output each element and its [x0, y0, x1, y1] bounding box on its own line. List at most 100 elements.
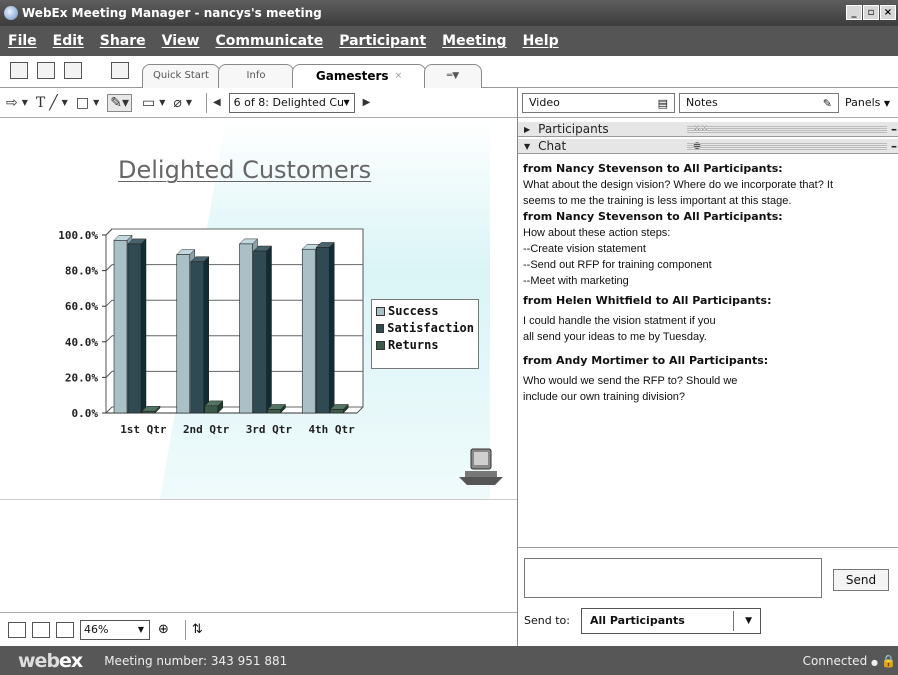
full-view-icon[interactable]: [8, 621, 26, 638]
bar: [113, 240, 128, 414]
x-tick-label: 2nd Qtr: [183, 423, 230, 436]
page-select[interactable]: 6 of 8: Delighted Cu ▼: [228, 92, 355, 113]
sync-display-icon[interactable]: ⇅: [192, 622, 203, 637]
connection-label: Connected: [802, 653, 868, 668]
pointer-arrow-icon[interactable]: ⇨: [6, 95, 18, 111]
close-button[interactable]: ×: [880, 5, 896, 20]
y-tick-label: 60.0%: [65, 300, 98, 313]
color-dropdown-icon[interactable]: ▼: [159, 98, 165, 107]
chat-message-sender: from Helen Whitfield to All Participants…: [523, 294, 772, 307]
legend-label: Success: [388, 304, 439, 318]
menu-file[interactable]: File: [8, 33, 37, 49]
panel-toolbar: Video ▤ Notes ✎ Panels ▼: [518, 88, 898, 118]
x-tick-label: 1st Qtr: [120, 423, 167, 436]
page-select-value: 6 of 8: Delighted Cu: [233, 95, 344, 109]
tab-close-icon[interactable]: ×: [395, 71, 403, 81]
grip-stripes: [687, 126, 887, 133]
panels-menu-button[interactable]: Panels ▼: [845, 96, 890, 109]
line-dropdown-icon[interactable]: ▼: [62, 98, 68, 107]
chat-message-line: include our own training division?: [523, 391, 686, 403]
menu-share[interactable]: Share: [100, 33, 146, 49]
share-desktop-icon[interactable]: [64, 62, 82, 79]
chat-message-sender: from Nancy Stevenson to All Participants…: [523, 162, 783, 175]
legend-swatch: [376, 323, 385, 333]
zoom-in-icon[interactable]: ⊕: [158, 622, 169, 637]
chat-section-header[interactable]: ▼ Chat ● –: [518, 138, 898, 154]
menu-meeting[interactable]: Meeting: [442, 33, 506, 49]
tab-list-dropdown[interactable]: ═▼: [424, 64, 482, 88]
annotate-icon[interactable]: [111, 62, 129, 79]
chat-log: from Nancy Stevenson to All Participants…: [523, 161, 895, 541]
y-tick-label: 80.0%: [65, 265, 98, 278]
color-picker-icon[interactable]: ▭: [142, 95, 155, 111]
send-to-label: Send to:: [524, 614, 570, 627]
minimize-button[interactable]: _: [846, 5, 862, 20]
panels-menu-label: Panels: [845, 96, 881, 109]
presenter-computer-icon: [459, 448, 503, 485]
send-button[interactable]: Send: [833, 569, 889, 591]
collapse-icon[interactable]: –: [891, 139, 897, 153]
bar-side: [266, 245, 272, 414]
slide-blank-area: [0, 500, 517, 612]
y-tick-label: 0.0%: [72, 407, 99, 420]
chat-message: from Nancy Stevenson to All Participants…: [523, 209, 895, 289]
lock-icon: 🔒: [881, 653, 896, 668]
send-to-select[interactable]: All Participants ▼: [581, 608, 761, 634]
webex-logo: webex: [18, 649, 83, 672]
rectangle-dropdown-icon[interactable]: ▼: [93, 98, 99, 107]
video-icon: ▤: [657, 96, 668, 110]
tab-gamesters-label: Gamesters: [315, 69, 389, 83]
chat-message-sender: from Nancy Stevenson to All Participants…: [523, 210, 783, 223]
tab-info[interactable]: Info: [218, 64, 294, 88]
menu-participant[interactable]: Participant: [339, 33, 426, 49]
line-tool-icon[interactable]: ╱: [49, 95, 57, 111]
menu-view[interactable]: View: [162, 33, 200, 49]
legend-swatch: [376, 340, 385, 350]
bar: [315, 247, 330, 414]
notes-panel-button[interactable]: Notes ✎: [679, 92, 839, 113]
logo-part-ex: ex: [59, 649, 83, 672]
legend-label: Returns: [388, 338, 439, 352]
new-document-icon[interactable]: [10, 62, 28, 79]
meeting-number: Meeting number: 343 951 881: [104, 653, 288, 668]
bar: [141, 410, 156, 414]
pointer-dropdown-icon[interactable]: ▼: [22, 98, 28, 107]
legend-entry-returns: Returns: [376, 338, 474, 352]
open-document-icon[interactable]: [37, 62, 55, 79]
next-page-icon[interactable]: ▶: [363, 97, 371, 108]
pen-tool-icon[interactable]: ✎▾: [107, 93, 132, 112]
video-panel-button[interactable]: Video ▤: [522, 92, 675, 113]
chat-message: from Andy Mortimer to All Participants: …: [523, 353, 895, 405]
bar: [301, 248, 316, 414]
text-tool-icon[interactable]: T: [36, 95, 45, 111]
x-tick-label: 4th Qtr: [308, 423, 355, 436]
thumbnail-view-icon[interactable]: [32, 621, 50, 638]
menu-communicate[interactable]: Communicate: [215, 33, 323, 49]
chat-message-line: What about the design vision? Where do w…: [523, 179, 834, 191]
zoom-select[interactable]: 46% ▼: [80, 619, 150, 640]
tab-gamesters[interactable]: Gamesters ×: [292, 64, 426, 89]
menu-edit[interactable]: Edit: [53, 33, 84, 49]
shared-slide: Delighted Customers 0.0% 20.0% 40.0% 60.0% 8…: [0, 119, 517, 499]
rectangle-tool-icon[interactable]: □: [76, 95, 89, 111]
previous-page-icon[interactable]: ◀: [213, 97, 221, 108]
status-bar: webex Meeting number: 343 951 881 Connec…: [0, 646, 898, 675]
tab-quick-start[interactable]: Quick Start: [142, 64, 220, 88]
select-divider: [733, 611, 734, 631]
logo-part-web: web: [18, 649, 60, 672]
split-view-icon[interactable]: [56, 621, 74, 638]
participants-label: Participants: [538, 122, 609, 136]
bar: [253, 250, 267, 414]
menu-help[interactable]: Help: [523, 33, 559, 49]
bar-side: [203, 256, 209, 414]
eraser-dropdown-icon[interactable]: ▼: [186, 98, 192, 107]
chat-compose-area: Send Send to: All Participants ▼: [518, 547, 898, 646]
eraser-icon[interactable]: ⌀: [173, 95, 181, 111]
chat-input[interactable]: [524, 558, 822, 598]
participants-section-header[interactable]: ▶ Participants ⁙⁙ –: [518, 121, 898, 137]
annotation-toolbar: ⇨ ▼ T ╱ ▼ □ ▼ ✎▾ ▭ ▼ ⌀ ▼ ◀ 6 of 8: Delighted …: [0, 88, 517, 118]
collapse-icon[interactable]: –: [891, 122, 897, 136]
restore-button[interactable]: ▫: [863, 5, 879, 20]
toolbar-separator: [205, 92, 207, 113]
toolbar-separator: [184, 619, 186, 640]
